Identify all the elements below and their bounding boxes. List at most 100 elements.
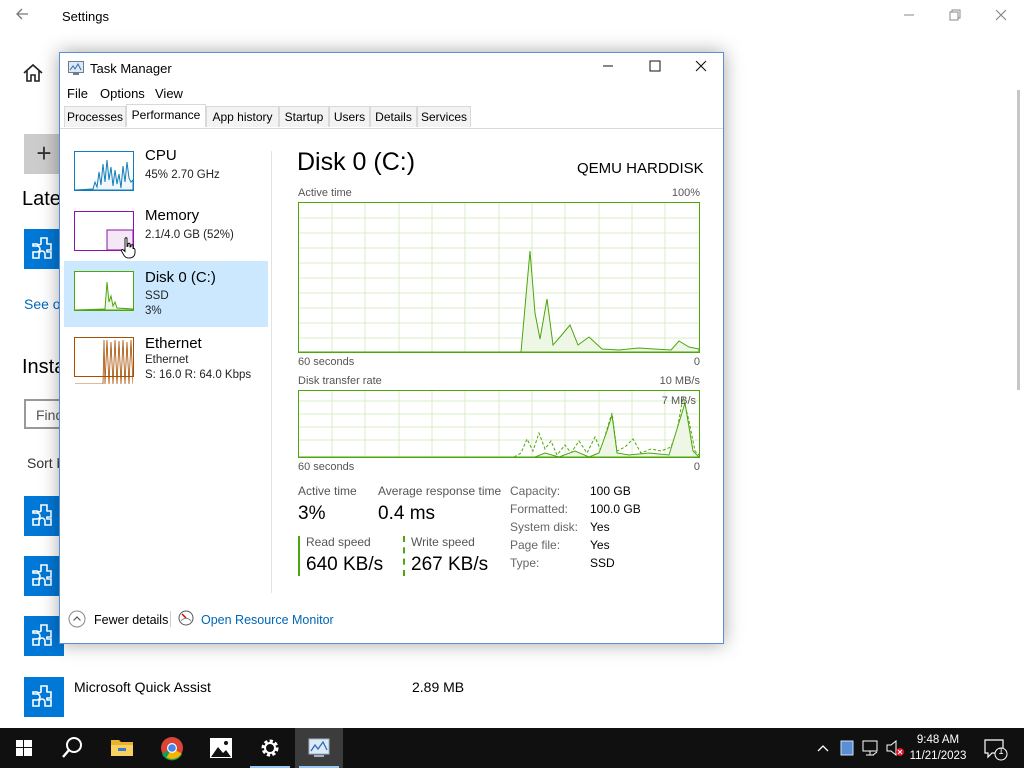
avg-response-value: 0.4 ms	[378, 503, 436, 524]
chevron-up-icon[interactable]	[814, 728, 832, 768]
taskbar: 9:48 AM 11/21/2023 1	[0, 728, 1024, 768]
disk-type: SSD	[145, 290, 169, 302]
settings-gear-icon[interactable]	[246, 728, 294, 768]
network-icon[interactable]	[860, 728, 882, 768]
cpu-thumbnail-graph	[74, 151, 134, 191]
transfer-rate-graph-duration: 60 seconds	[298, 461, 355, 473]
tab-divider	[60, 128, 723, 129]
add-app-button[interactable]: +	[24, 134, 64, 174]
app-tile-icon[interactable]	[24, 677, 64, 717]
write-speed-marker	[403, 536, 405, 576]
file-explorer-icon[interactable]	[98, 728, 146, 768]
chevron-up-circle-icon[interactable]	[68, 610, 86, 628]
tab-users[interactable]: Users	[329, 106, 370, 127]
fewer-details-button[interactable]: Fewer details	[94, 613, 168, 627]
task-manager-taskbar-icon[interactable]	[295, 728, 343, 768]
transfer-rate-graph-label: Disk transfer rate	[298, 375, 382, 387]
disk-thumbnail-graph	[74, 271, 134, 311]
cpu-label: CPU	[145, 147, 177, 164]
system-clock[interactable]: 9:48 AM 11/21/2023	[908, 732, 968, 764]
memory-label: Memory	[145, 207, 200, 224]
ethernet-throughput: S: 16.0 R: 64.0 Kbps	[145, 369, 252, 381]
photos-icon[interactable]	[197, 728, 245, 768]
avg-response-label: Average response time	[378, 484, 502, 498]
settings-minimize-button[interactable]	[886, 0, 932, 32]
read-speed-marker	[298, 536, 300, 576]
home-icon[interactable]	[22, 62, 46, 84]
active-time-stat-label: Active time	[298, 484, 357, 498]
active-time-graph-duration: 60 seconds	[298, 356, 355, 368]
mouse-cursor-hand-icon	[120, 237, 136, 264]
tab-services[interactable]: Services	[417, 106, 471, 127]
write-speed-value: 267 KB/s	[411, 554, 489, 575]
cpu-usage: 45% 2.70 GHz	[145, 169, 220, 181]
active-time-graph-min: 0	[693, 356, 700, 368]
find-apps-input[interactable]: Find	[24, 399, 64, 429]
chrome-icon[interactable]	[148, 728, 196, 768]
tab-details[interactable]: Details	[370, 106, 417, 127]
active-time-graph	[298, 202, 700, 353]
volume-muted-icon[interactable]	[884, 728, 906, 768]
prop-type-value: SSD	[590, 556, 615, 570]
app-tile-icon[interactable]	[24, 556, 64, 596]
tm-minimize-button[interactable]	[585, 53, 631, 83]
resource-memory[interactable]: Memory 2.1/4.0 GB (52%)	[64, 205, 268, 269]
footer-separator	[170, 611, 171, 627]
latest-heading: Late	[22, 188, 61, 210]
tab-app-history[interactable]: App history	[206, 106, 279, 127]
write-speed-label: Write speed	[411, 535, 475, 549]
active-time-graph-label: Active time	[298, 187, 352, 199]
menu-view[interactable]: View	[155, 86, 183, 101]
transfer-rate-graph-min: 0	[693, 461, 700, 473]
resource-monitor-icon	[178, 610, 194, 626]
task-manager-window: Task Manager File Options View Processes…	[59, 52, 724, 644]
quick-assist-name[interactable]: Microsoft Quick Assist	[74, 679, 211, 695]
settings-title: Settings	[62, 9, 109, 24]
ethernet-thumbnail-graph	[74, 337, 134, 385]
app-tile-icon[interactable]	[24, 616, 64, 656]
prop-page-file-value: Yes	[590, 538, 610, 552]
notification-center-icon[interactable]: 1	[980, 728, 1010, 768]
resource-cpu[interactable]: CPU 45% 2.70 GHz	[64, 145, 268, 209]
read-speed-value: 640 KB/s	[306, 554, 384, 575]
clock-date: 11/21/2023	[909, 750, 967, 762]
active-time-stat-value: 3%	[298, 503, 326, 524]
ethernet-label: Ethernet	[145, 335, 202, 352]
menu-options[interactable]: Options	[100, 86, 145, 101]
settings-restore-button[interactable]	[932, 0, 978, 32]
prop-formatted-value: 100.0 GB	[590, 502, 641, 516]
disk-usage: 3%	[145, 305, 162, 317]
back-arrow-icon[interactable]	[14, 6, 34, 26]
app-tile-icon	[24, 229, 64, 269]
resource-ethernet[interactable]: Ethernet Ethernet S: 16.0 R: 64.0 Kbps	[64, 331, 268, 401]
prop-type-label: Type:	[510, 556, 540, 570]
memory-usage: 2.1/4.0 GB (52%)	[145, 229, 234, 241]
prop-system-disk-value: Yes	[590, 520, 610, 534]
settings-close-button[interactable]	[978, 0, 1024, 32]
tray-app-icon[interactable]	[838, 728, 856, 768]
tab-processes[interactable]: Processes	[64, 106, 126, 127]
tm-close-button[interactable]	[678, 53, 724, 83]
search-icon[interactable]	[48, 728, 96, 768]
prop-capacity-label: Capacity:	[510, 484, 561, 498]
tm-maximize-button[interactable]	[632, 53, 678, 83]
see-all-link[interactable]: See o	[24, 296, 61, 312]
clock-time: 9:48 AM	[916, 734, 960, 746]
app-tile-icon[interactable]	[24, 496, 64, 536]
start-button[interactable]	[0, 728, 48, 768]
resource-disk[interactable]: Disk 0 (C:) SSD 3%	[64, 261, 268, 327]
open-resource-monitor-link[interactable]: Open Resource Monitor	[201, 613, 334, 627]
disk-detail-title: Disk 0 (C:)	[297, 148, 416, 176]
settings-scrollbar[interactable]	[1017, 90, 1020, 390]
quick-assist-size: 2.89 MB	[412, 679, 465, 695]
prop-page-file-label: Page file:	[510, 538, 561, 552]
panel-divider[interactable]	[271, 151, 272, 593]
disk-model: QEMU HARDDISK	[577, 160, 704, 177]
active-time-graph-max: 100%	[671, 187, 700, 199]
tab-performance[interactable]: Performance	[126, 104, 206, 127]
tab-startup[interactable]: Startup	[279, 106, 329, 127]
menu-file[interactable]: File	[67, 86, 88, 101]
task-manager-title: Task Manager	[90, 61, 172, 76]
prop-capacity-value: 100 GB	[590, 484, 631, 498]
disk-label: Disk 0 (C:)	[145, 269, 216, 286]
